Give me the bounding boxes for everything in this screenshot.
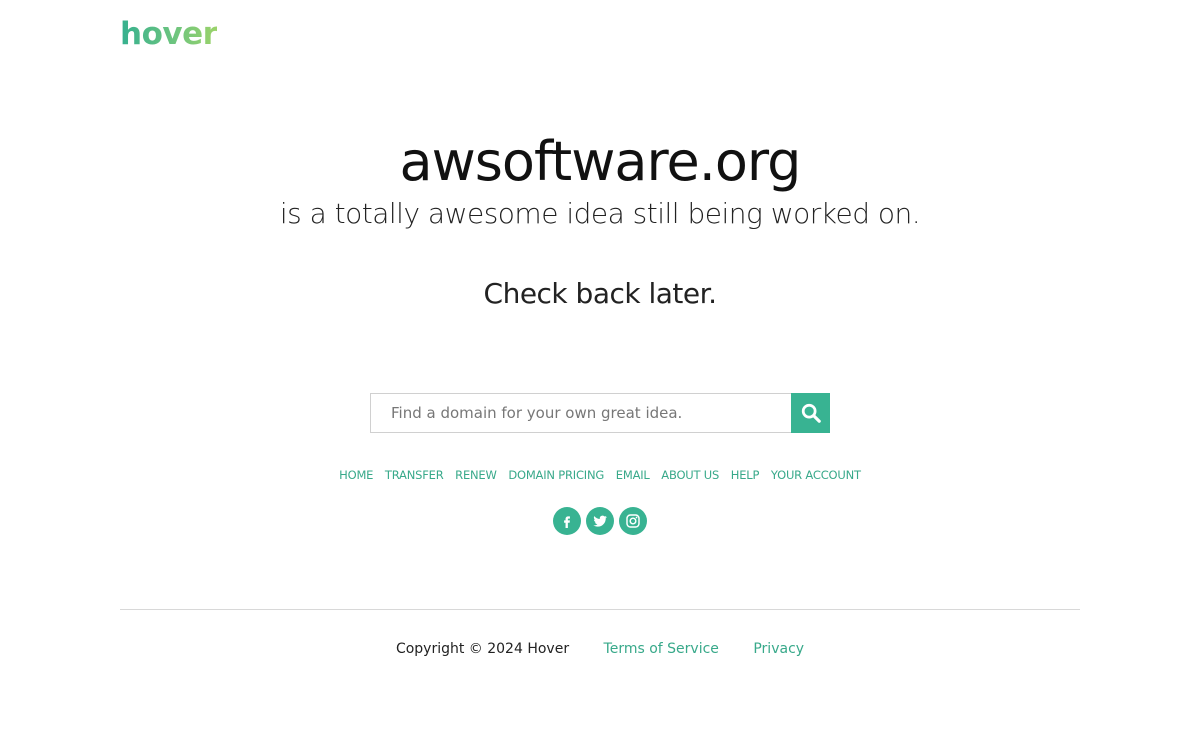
- nav-renew[interactable]: RENEW: [455, 468, 497, 482]
- privacy-link[interactable]: Privacy: [753, 641, 804, 657]
- nav-email[interactable]: EMAIL: [616, 468, 650, 482]
- page-footer: Copyright © 2024 Hover Terms of Service …: [0, 640, 1200, 658]
- hover-logo[interactable]: hover: [120, 14, 218, 54]
- copyright-text: Copyright © 2024 Hover: [395, 641, 570, 657]
- nav-about-us[interactable]: ABOUT US: [661, 468, 719, 482]
- search-button[interactable]: [791, 393, 830, 433]
- twitter-icon: [593, 515, 608, 527]
- terms-of-service-link[interactable]: Terms of Service: [604, 641, 719, 657]
- social-links: [0, 507, 1200, 535]
- footer-nav: HOME TRANSFER RENEW DOMAIN PRICING EMAIL…: [0, 467, 1200, 483]
- footer-divider: [120, 609, 1080, 610]
- facebook-link[interactable]: [553, 507, 581, 535]
- facebook-icon: [564, 516, 570, 528]
- search-icon: [801, 403, 821, 423]
- domain-search-form: [370, 393, 830, 433]
- instagram-icon: [626, 514, 640, 528]
- check-back-text: Check back later.: [483, 277, 717, 310]
- domain-title: awsoftware.org: [399, 130, 802, 193]
- domain-search-input[interactable]: [370, 393, 791, 433]
- nav-domain-pricing[interactable]: DOMAIN PRICING: [508, 468, 604, 482]
- nav-help[interactable]: HELP: [731, 468, 760, 482]
- nav-home[interactable]: HOME: [339, 468, 373, 482]
- instagram-link[interactable]: [619, 507, 647, 535]
- twitter-link[interactable]: [586, 507, 614, 535]
- nav-your-account[interactable]: YOUR ACCOUNT: [771, 468, 861, 482]
- nav-transfer[interactable]: TRANSFER: [385, 468, 444, 482]
- tagline: is a totally awesome idea still being wo…: [279, 197, 921, 230]
